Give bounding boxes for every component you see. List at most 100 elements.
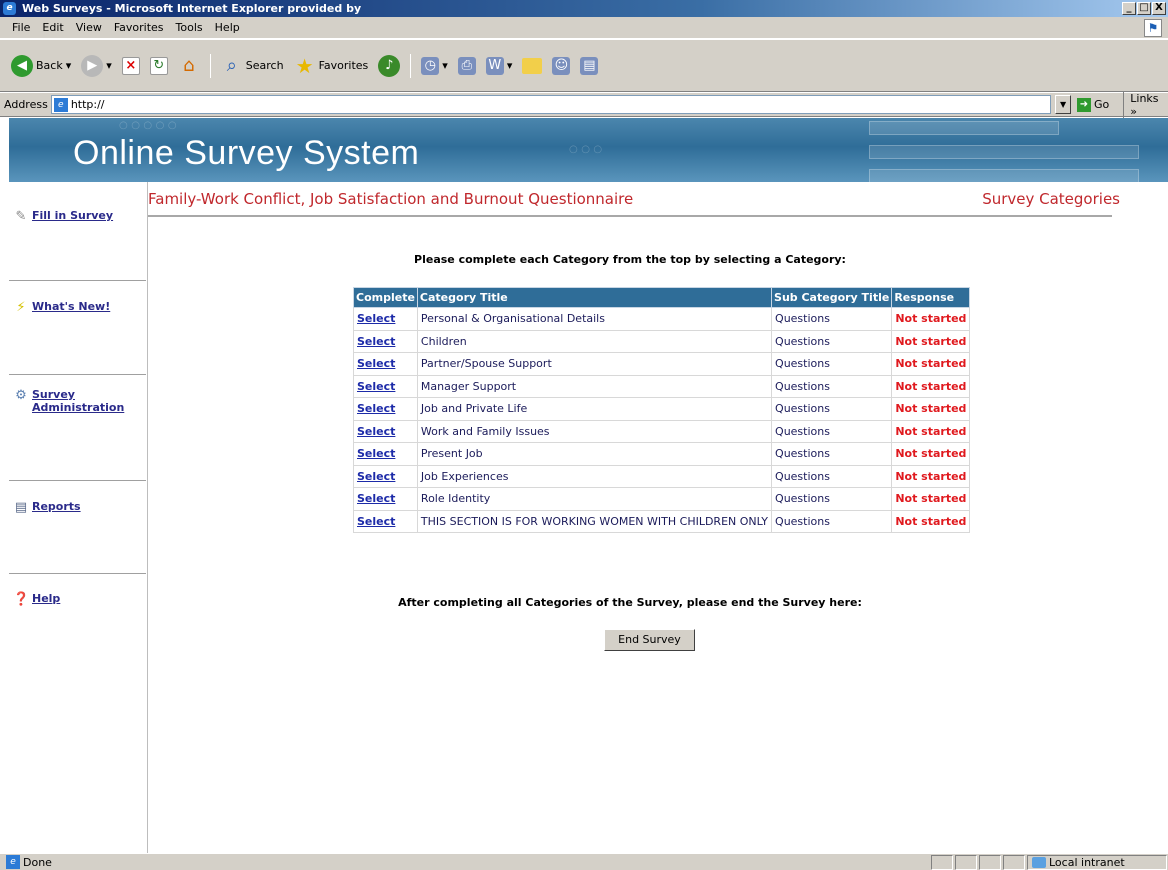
minimize-button[interactable]: _: [1122, 2, 1136, 15]
research-button[interactable]: ▤: [577, 56, 601, 75]
status-bar: e Done Local intranet: [0, 853, 1168, 870]
address-input[interactable]: e http://: [50, 95, 1052, 114]
security-zone: Local intranet: [1027, 855, 1167, 870]
subcategory-title: Questions: [771, 329, 893, 353]
response-status: Not started: [891, 464, 971, 488]
category-title: Present Job: [416, 442, 773, 466]
refresh-icon: ↻: [149, 56, 168, 75]
go-arrow-icon: ➜: [1077, 97, 1091, 112]
subcategory-title: Questions: [771, 509, 893, 533]
windows-logo-icon: ⚑: [1144, 19, 1162, 37]
menu-bar: File Edit View Favorites Tools Help ⚑: [0, 17, 1168, 39]
menu-view[interactable]: View: [70, 21, 108, 34]
table-row: Select Children Questions Not started: [353, 329, 971, 353]
home-button[interactable]: ⌂: [175, 55, 203, 77]
table-row: Select Job and Private Life Questions No…: [353, 397, 971, 421]
chevron-down-icon[interactable]: ▾: [442, 59, 448, 72]
window-controls: _ □ X: [1122, 2, 1166, 15]
sidebar-item-whats-new[interactable]: ⚡ What's New!: [13, 300, 110, 316]
web-page: ○ ○ ○ ○ ○ ○ ○ ○ Online Survey System ✎ F…: [9, 118, 1168, 853]
response-status: Not started: [891, 397, 971, 421]
column-header-subcategory: Sub Category Title: [771, 287, 893, 308]
subcategory-title: Questions: [771, 442, 893, 466]
media-icon: ♪: [378, 54, 401, 77]
maximize-button[interactable]: □: [1137, 2, 1151, 15]
history-button[interactable]: ◷ ▾: [418, 56, 451, 75]
sidebar-item-reports[interactable]: ▤ Reports: [13, 500, 81, 516]
sidebar-item-label[interactable]: Reports: [32, 500, 81, 513]
response-status: Not started: [891, 442, 971, 466]
admin-icon: ⚙: [15, 388, 27, 403]
select-link[interactable]: Select: [353, 487, 418, 511]
select-link[interactable]: Select: [353, 509, 418, 533]
select-link[interactable]: Select: [353, 307, 418, 331]
status-text: Done: [23, 855, 52, 869]
category-title: Partner/Spouse Support: [416, 352, 773, 376]
select-link[interactable]: Select: [353, 329, 418, 353]
sidebar-item-label[interactable]: Help: [32, 592, 60, 605]
chevron-down-icon[interactable]: ▾: [66, 59, 72, 72]
select-link[interactable]: Select: [353, 442, 418, 466]
select-link[interactable]: Select: [353, 374, 418, 398]
status-panels: Local intranet: [930, 854, 1168, 870]
table-header-row: Complete Category Title Sub Category Tit…: [353, 287, 971, 308]
menu-file[interactable]: File: [6, 21, 36, 34]
report-icon: ▤: [14, 500, 28, 515]
page-icon: e: [53, 97, 68, 112]
address-value[interactable]: http://: [71, 98, 105, 111]
sidebar-item-label[interactable]: Fill in Survey: [32, 209, 113, 222]
category-title: THIS SECTION IS FOR WORKING WOMEN WITH C…: [416, 509, 773, 533]
column-header-complete: Complete: [353, 287, 418, 308]
select-link[interactable]: Select: [353, 352, 418, 376]
chevron-down-icon[interactable]: ▾: [106, 59, 112, 72]
site-banner: ○ ○ ○ ○ ○ ○ ○ ○ Online Survey System: [9, 118, 1168, 182]
select-link[interactable]: Select: [353, 397, 418, 421]
lightning-icon: ⚡: [16, 300, 26, 315]
response-status: Not started: [891, 487, 971, 511]
search-button[interactable]: ⌕ Search: [218, 55, 287, 77]
table-row: Select Work and Family Issues Questions …: [353, 419, 971, 443]
sidebar-divider: [9, 480, 146, 481]
ie-icon: e: [3, 2, 16, 15]
select-link[interactable]: Select: [353, 464, 418, 488]
end-survey-button[interactable]: End Survey: [604, 629, 695, 651]
menu-favorites[interactable]: Favorites: [108, 21, 170, 34]
stop-icon: ×: [121, 56, 140, 75]
go-button[interactable]: ➜ Go: [1077, 97, 1109, 112]
refresh-button[interactable]: ↻: [147, 56, 171, 75]
folder-button[interactable]: [519, 57, 545, 74]
table-row: Select Personal & Organisational Details…: [353, 307, 971, 331]
media-button[interactable]: ♪: [375, 54, 403, 77]
back-button[interactable]: ◀ Back ▾: [8, 54, 74, 77]
column-header-response: Response: [891, 287, 971, 308]
sidebar-item-fill-in-survey[interactable]: ✎ Fill in Survey: [13, 209, 114, 225]
categories-table: Complete Category Title Sub Category Tit…: [353, 287, 971, 533]
category-title: Role Identity: [416, 487, 773, 511]
sidebar-item-help[interactable]: ❓ Help: [13, 592, 60, 608]
links-button[interactable]: Links »: [1123, 91, 1168, 118]
edit-button[interactable]: W ▾: [483, 56, 516, 75]
messenger-button[interactable]: ☺: [549, 56, 573, 75]
favorites-button[interactable]: ★ Favorites: [291, 55, 372, 77]
close-button[interactable]: X: [1152, 2, 1166, 15]
menu-help[interactable]: Help: [209, 21, 246, 34]
menu-edit[interactable]: Edit: [36, 21, 69, 34]
status-panel: [1003, 855, 1025, 870]
title-divider: [148, 215, 1112, 217]
sidebar-item-survey-administration[interactable]: ⚙ Survey Administration: [13, 388, 132, 414]
forward-arrow-icon: ▶: [81, 54, 104, 77]
address-label: Address: [4, 98, 48, 111]
chevron-down-icon[interactable]: ▾: [507, 59, 513, 72]
stop-button[interactable]: ×: [119, 56, 143, 75]
subcategory-title: Questions: [771, 352, 893, 376]
address-dropdown-button[interactable]: ▼: [1055, 95, 1071, 114]
menu-tools[interactable]: Tools: [170, 21, 209, 34]
print-button[interactable]: ⎙: [455, 56, 479, 75]
select-link[interactable]: Select: [353, 419, 418, 443]
response-status: Not started: [891, 352, 971, 376]
sidebar-divider: [9, 280, 146, 281]
sidebar-item-label[interactable]: What's New!: [32, 300, 110, 313]
subcategory-title: Questions: [771, 487, 893, 511]
sidebar-item-label[interactable]: Survey Administration: [32, 388, 132, 414]
forward-button[interactable]: ▶ ▾: [78, 54, 115, 77]
